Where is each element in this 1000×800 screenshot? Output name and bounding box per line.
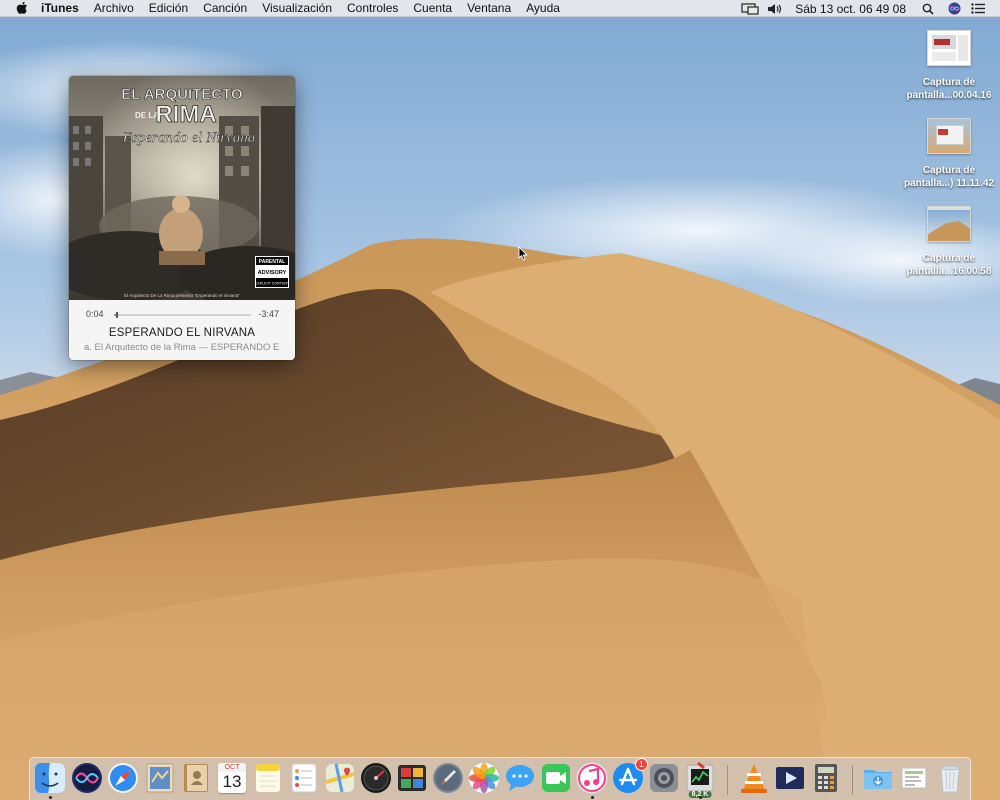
- facetime-icon[interactable]: [540, 762, 572, 794]
- desktop-file-label-line2: pantalla...16.00.58: [906, 266, 992, 277]
- progress-knob[interactable]: [116, 312, 118, 318]
- finder-icon[interactable]: [34, 762, 66, 794]
- mail-stamp-icon[interactable]: [144, 762, 176, 794]
- menubar-clock[interactable]: Sáb 13 oct. 06 49 08: [795, 2, 906, 16]
- dock-separator: [727, 765, 728, 795]
- photos-icon[interactable]: [468, 762, 500, 794]
- itunes-miniplayer[interactable]: EL ARQUITECTO DE LA RIMA Esperando el Ni…: [69, 76, 295, 360]
- activity-monitor-icon[interactable]: 8,2 K: [684, 762, 716, 798]
- siri-icon[interactable]: [946, 0, 962, 17]
- app-store-badge: 1: [635, 758, 648, 771]
- airplay-icon[interactable]: [739, 0, 761, 17]
- safari-icon[interactable]: [107, 762, 139, 794]
- downloads-folder-icon[interactable]: [862, 762, 894, 794]
- activity-monitor-running-indicator: [699, 796, 702, 799]
- advisory-explicit: EXPLICIT CONTENT: [255, 282, 290, 286]
- siri-app-icon[interactable]: [71, 762, 103, 794]
- volume-icon[interactable]: [765, 0, 785, 17]
- desktop-file-screenshot-3[interactable]: Captura de pantalla...16.00.58: [899, 206, 999, 278]
- notification-center-icon[interactable]: [970, 0, 986, 17]
- artwork-title-script: Esperando el Nirvana: [122, 130, 256, 146]
- dock: OCT 13 1 8,2 K: [29, 757, 971, 800]
- track-title: ESPERANDO EL NIRVANA: [108, 327, 256, 339]
- album-artwork-image: EL ARQUITECTO DE LA RIMA Esperando el Ni…: [69, 76, 295, 300]
- reminders-icon[interactable]: [288, 762, 320, 794]
- menu-ayuda[interactable]: Ayuda: [526, 0, 560, 17]
- screenshot-thumbnail-icon: [927, 118, 971, 154]
- maps-icon[interactable]: [324, 762, 356, 794]
- calculator-icon[interactable]: [810, 762, 842, 794]
- desktop-file-label-line2: pantalla...) 11.11.42: [903, 178, 995, 189]
- screenshot-thumbnail-icon: [927, 206, 971, 242]
- menu-bar: iTunes Archivo Edición Canción Visualiza…: [0, 0, 1000, 17]
- itunes-icon[interactable]: [576, 762, 608, 794]
- desktop-file-label-line1: Captura de: [922, 253, 976, 264]
- menu-cancion[interactable]: Canción: [203, 0, 247, 17]
- mouse-pointer-icon: [518, 245, 528, 266]
- advisory-parental: PARENTAL: [259, 259, 285, 265]
- screenshot-thumbnail-icon: [927, 30, 971, 66]
- desktop-file-label-line2: pantalla...00.04.16: [906, 90, 992, 101]
- system-preferences-icon[interactable]: [648, 762, 680, 794]
- search-icon[interactable]: [920, 0, 936, 17]
- dock-separator: [852, 765, 853, 795]
- menu-cuenta[interactable]: Cuenta: [413, 0, 452, 17]
- calendar-icon[interactable]: OCT 13: [216, 762, 248, 794]
- desktop-file-screenshot-2[interactable]: Captura de pantalla...) 11.11.42: [899, 118, 999, 190]
- playback-progress-row: 0:04 -3:47: [69, 306, 295, 322]
- documents-stack-icon[interactable]: [898, 762, 930, 794]
- contacts-icon[interactable]: [180, 762, 212, 794]
- dashboard-icon[interactable]: [360, 762, 392, 794]
- track-artist-album: a. El Arquitecto de la Rima — ESPERANDO …: [84, 342, 280, 353]
- notes-icon[interactable]: [252, 762, 284, 794]
- apple-menu-icon[interactable]: [15, 1, 29, 16]
- desktop-file-label-line1: Captura de: [922, 165, 976, 176]
- menu-ventana[interactable]: Ventana: [467, 0, 511, 17]
- menu-edicion[interactable]: Edición: [149, 0, 188, 17]
- calendar-month: OCT: [218, 763, 246, 772]
- calendar-day: 13: [222, 772, 242, 791]
- app-store-icon[interactable]: 1: [612, 758, 648, 794]
- trash-icon[interactable]: [934, 762, 966, 794]
- messages-icon[interactable]: [504, 762, 536, 794]
- desktop-file-screenshot-1[interactable]: Captura de pantalla...00.04.16: [899, 30, 999, 102]
- vlc-icon[interactable]: [738, 762, 770, 794]
- menu-itunes[interactable]: iTunes: [41, 0, 79, 17]
- menu-visualizacion[interactable]: Visualización: [262, 0, 332, 17]
- desktop-file-label-line1: Captura de: [922, 77, 976, 88]
- album-artwork[interactable]: EL ARQUITECTO DE LA RIMA Esperando el Ni…: [69, 76, 295, 300]
- launchpad-icon[interactable]: [432, 762, 464, 794]
- artwork-title-rima: RIMA: [155, 101, 216, 128]
- finder-running-indicator: [49, 796, 52, 799]
- advisory-advisory: ADVISORY: [258, 270, 287, 276]
- elapsed-time: 0:04: [86, 309, 104, 319]
- artwork-footer-text: El Arquitecto De La Rima presenta "Esper…: [124, 293, 240, 298]
- menubar-status-area: Sáb 13 oct. 06 49 08: [739, 0, 1000, 17]
- itunes-running-indicator: [591, 796, 594, 799]
- photo-booth-icon[interactable]: [396, 762, 428, 794]
- quicktime-icon[interactable]: [774, 762, 806, 794]
- menu-archivo[interactable]: Archivo: [94, 0, 134, 17]
- progress-slider[interactable]: [114, 312, 251, 318]
- menu-controles[interactable]: Controles: [347, 0, 398, 17]
- remaining-time: -3:47: [258, 309, 279, 319]
